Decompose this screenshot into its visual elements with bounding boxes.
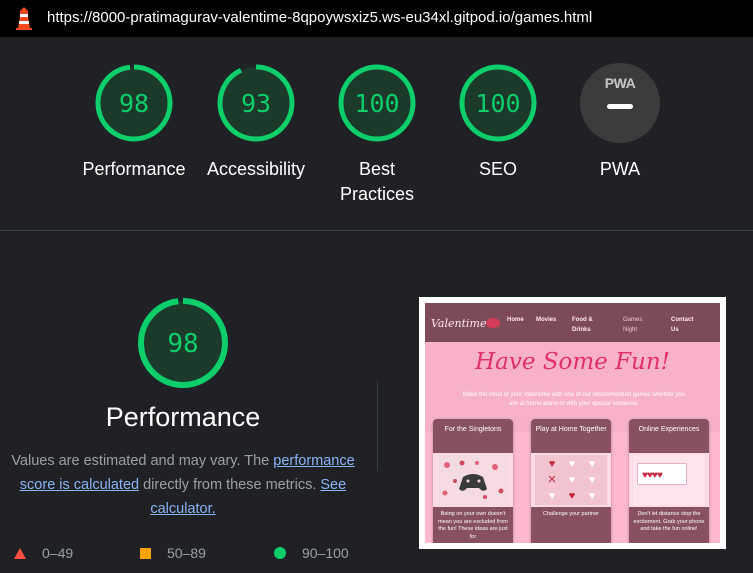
gauge-label-pwa: PWA bbox=[599, 159, 641, 179]
screenshot-brand: Valentime bbox=[431, 317, 487, 330]
legend-range-fail: 0–49 bbox=[42, 545, 74, 561]
gauge-performance[interactable]: 98 Performance bbox=[69, 63, 199, 182]
heart-icon: ♥ bbox=[588, 474, 596, 486]
heart-icon: ♥ bbox=[568, 490, 576, 502]
cross-icon: ✕ bbox=[547, 474, 557, 486]
heart-icon: ♥ bbox=[568, 474, 576, 486]
square-icon bbox=[140, 547, 151, 559]
performance-desc-text: Values are estimated and may vary. The bbox=[11, 453, 274, 469]
legend-average: 50–89 bbox=[140, 545, 206, 561]
accessibility-score: 93 bbox=[241, 89, 271, 118]
tic-tac-toe-image: ♥ ♥ ♥ ✕ ♥ ♥ ♥ ♥ ♥ bbox=[535, 455, 607, 505]
heart-logo-icon bbox=[486, 318, 500, 328]
best-practices-gauge-ring: 100 bbox=[338, 64, 416, 142]
screenshot-nav-item: Food & Drinks bbox=[572, 317, 593, 333]
gauge-label-performance: Performance bbox=[82, 159, 186, 179]
legend-range-average: 50–89 bbox=[167, 545, 206, 561]
gauge-seo[interactable]: 100 SEO bbox=[433, 63, 563, 182]
heart-icon: ♥ bbox=[548, 458, 556, 470]
vertical-separator bbox=[377, 381, 378, 471]
screenshot-nav-item: Movies bbox=[536, 317, 557, 323]
best-practices-score: 100 bbox=[354, 89, 399, 118]
circle-icon bbox=[274, 547, 286, 559]
performance-score: 98 bbox=[119, 89, 149, 118]
screenshot-nav-item: Contact Us bbox=[671, 317, 694, 333]
performance-description: Values are estimated and may vary. The p… bbox=[0, 449, 366, 521]
screenshot-nav-item: Games Night bbox=[623, 317, 643, 333]
performance-detail-score: 98 bbox=[167, 329, 198, 359]
gamepad-image bbox=[437, 455, 509, 505]
seo-score: 100 bbox=[475, 89, 520, 118]
seo-gauge-ring: 100 bbox=[459, 64, 537, 142]
section-divider bbox=[0, 230, 753, 231]
performance-heading: Performance bbox=[105, 402, 261, 432]
screenshot-card: Play at Home Together ♥ ♥ ♥ ✕ ♥ ♥ ♥ ♥ ♥ … bbox=[531, 419, 611, 543]
legend-range-pass: 90–100 bbox=[302, 545, 349, 561]
pwa-badge-text: PWA bbox=[604, 75, 636, 91]
performance-desc-text-2: directly from these metrics. bbox=[139, 477, 321, 493]
performance-detail-gauge: 98 bbox=[138, 298, 228, 388]
screenshot-card-title: Online Experiences bbox=[629, 419, 709, 453]
screenshot-card-title: Play at Home Together bbox=[531, 419, 611, 453]
gauge-label-seo: SEO bbox=[478, 159, 517, 179]
screenshot-card-title: For the Singletons bbox=[433, 419, 513, 453]
gauge-accessibility[interactable]: 93 Accessibility bbox=[191, 63, 321, 182]
screenshot-nav-item: Home bbox=[507, 317, 524, 323]
gauge-best-practices[interactable]: 100 Best Practices bbox=[312, 63, 442, 207]
heart-icon: ♥ bbox=[548, 490, 556, 502]
final-screenshot[interactable]: Valentime Home Movies Food & Drinks Game… bbox=[419, 297, 726, 549]
screenshot-card: For the Singletons Being on your own doe… bbox=[433, 419, 513, 543]
accessibility-gauge-ring: 93 bbox=[217, 64, 295, 142]
heart-icon: ♥ bbox=[588, 458, 596, 470]
heart-icon: ♥ bbox=[568, 458, 576, 470]
screenshot-intro: Make the most of your Valentime with one… bbox=[462, 392, 686, 407]
screenshot-card-body: Challenge your partner bbox=[531, 507, 611, 543]
gauge-label-accessibility: Accessibility bbox=[206, 159, 306, 179]
lighthouse-icon bbox=[16, 7, 32, 30]
screenshot-title: Have Some Fun! bbox=[475, 349, 670, 375]
gauge-label-best-practices: Best Practices bbox=[339, 159, 415, 204]
screenshot-navbar: Valentime Home Movies Food & Drinks Game… bbox=[425, 303, 720, 342]
legend-pass: 90–100 bbox=[274, 545, 349, 561]
phone-screen-icon: ♥♥♥♥ bbox=[637, 463, 687, 485]
address-bar: https://8000-pratimagurav-valentime-8qpo… bbox=[0, 0, 753, 37]
page-url[interactable]: https://8000-pratimagurav-valentime-8qpo… bbox=[47, 9, 592, 26]
phone-hearts-image: ♥♥♥♥ bbox=[633, 455, 705, 505]
pwa-dash-icon bbox=[607, 104, 633, 109]
screenshot-card-body: Being on your own doesn't mean you are e… bbox=[433, 507, 513, 543]
legend-fail: 0–49 bbox=[14, 545, 73, 561]
heart-icon: ♥ bbox=[588, 490, 596, 502]
gauge-pwa[interactable]: PWA PWA bbox=[555, 63, 685, 182]
screenshot-card-body: Don't let distance stop the excitement. … bbox=[629, 507, 709, 543]
triangle-icon bbox=[14, 547, 26, 559]
performance-gauge-ring: 98 bbox=[95, 64, 173, 142]
category-gauges: 98 Performance 93 Accessibility 100 Best… bbox=[0, 37, 753, 231]
screenshot-page: Valentime Home Movies Food & Drinks Game… bbox=[425, 303, 720, 543]
screenshot-card: Online Experiences ♥♥♥♥ Don't let distan… bbox=[629, 419, 709, 543]
pwa-badge-icon: PWA bbox=[580, 63, 660, 143]
